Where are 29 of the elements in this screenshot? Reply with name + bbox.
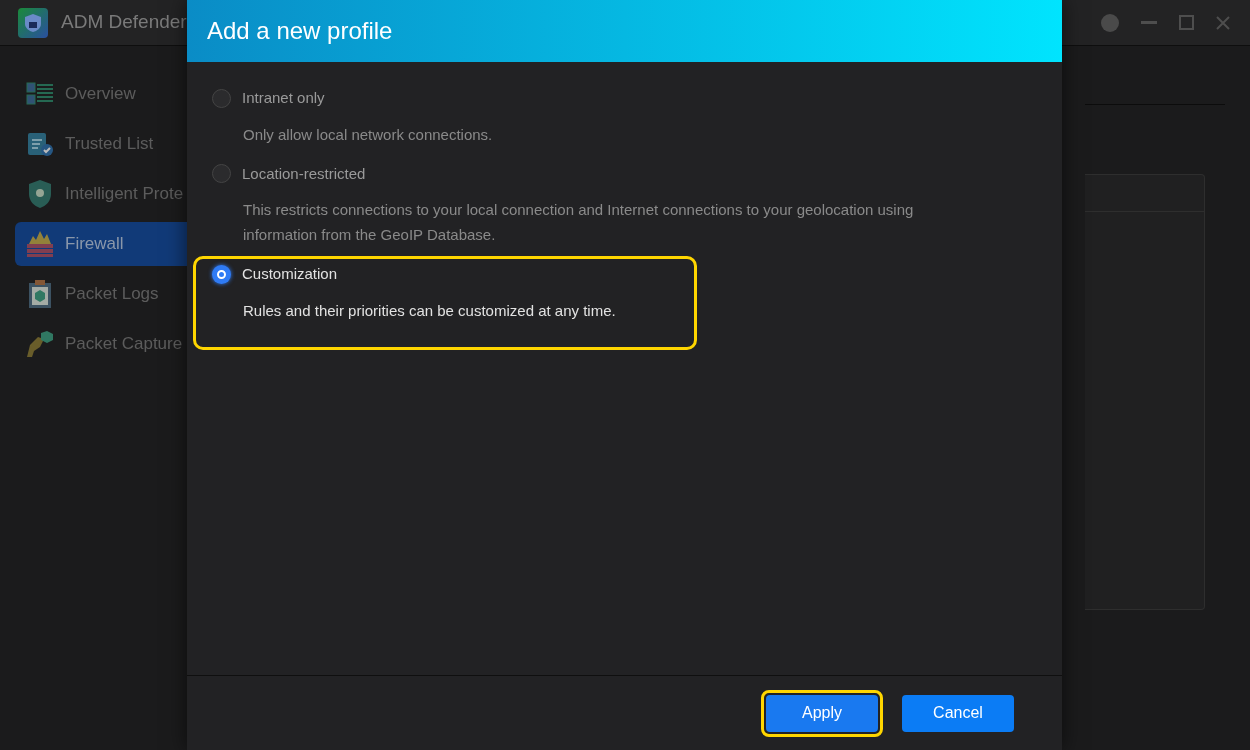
- radio-button[interactable]: [212, 164, 231, 184]
- shield-icon: [27, 179, 53, 209]
- sidebar-item[interactable]: Packet Logs: [15, 272, 187, 316]
- minimize-icon[interactable]: [1141, 21, 1157, 24]
- hand-cube-icon: [25, 329, 55, 359]
- apply-button[interactable]: Apply: [766, 694, 878, 732]
- radio-button[interactable]: [212, 88, 231, 108]
- clipboard-check-icon: [26, 130, 54, 158]
- brick-wall-fire-icon: [26, 230, 54, 258]
- radio-button[interactable]: [212, 264, 231, 284]
- cancel-button[interactable]: Cancel: [902, 694, 1014, 732]
- option-description: Rules and their priorities can be customized at any time.: [242, 300, 617, 321]
- sidebar-item[interactable]: Trusted List: [15, 122, 187, 166]
- clipboard-box-icon: [27, 279, 53, 309]
- radio-option[interactable]: Customization: [212, 263, 686, 286]
- list-icon: [26, 82, 54, 106]
- sidebar-item[interactable]: Overview: [15, 72, 187, 116]
- maximize-icon[interactable]: [1179, 15, 1194, 30]
- close-icon[interactable]: [1216, 15, 1230, 30]
- app-logo-icon: [18, 7, 48, 38]
- app-title: ADM Defender: [61, 10, 187, 35]
- sidebar-item[interactable]: Packet Capture: [15, 322, 187, 366]
- radio-option[interactable]: Location-restricted: [212, 162, 972, 185]
- sidebar-item[interactable]: Firewall: [15, 222, 187, 266]
- option-description: Only allow local network connections.: [242, 124, 494, 145]
- dialog-title: Add a new profile: [207, 16, 393, 46]
- option-description: This restricts connections to your local connection and Internet connections to your geolocation using information from the GeoIP Database.: [242, 200, 915, 245]
- sidebar-item[interactable]: Intelligent Prote: [15, 172, 187, 216]
- radio-option[interactable]: Intranet only: [212, 87, 686, 110]
